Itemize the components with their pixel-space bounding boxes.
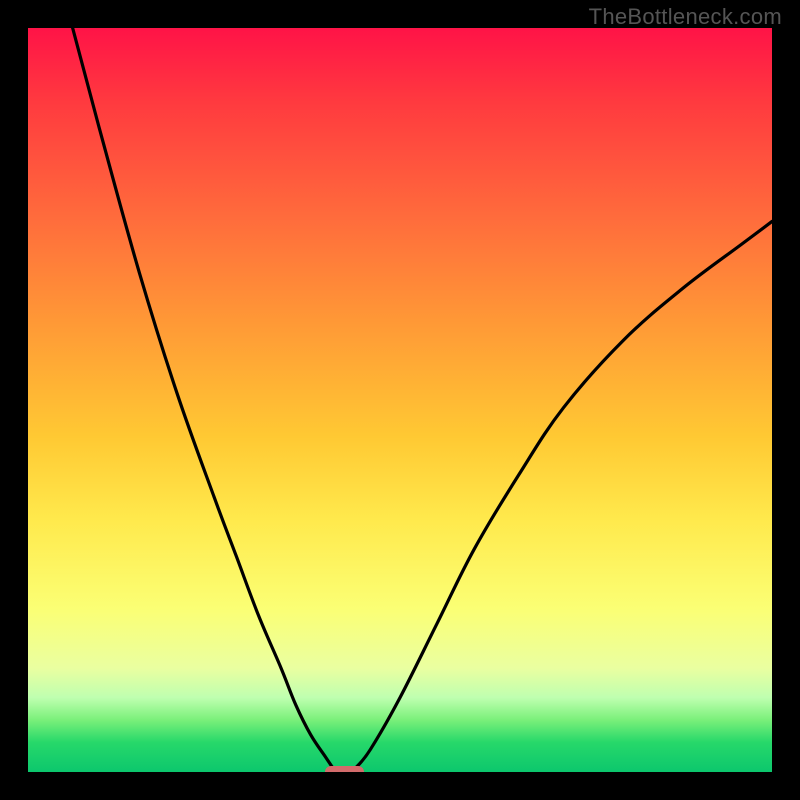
left-branch-curve xyxy=(73,28,333,768)
right-branch-curve xyxy=(355,221,772,768)
image-root: TheBottleneck.com xyxy=(0,0,800,800)
optimum-marker xyxy=(325,766,364,772)
watermark-text: TheBottleneck.com xyxy=(589,4,782,30)
curve-layer xyxy=(28,28,772,772)
plot-area xyxy=(28,28,772,772)
